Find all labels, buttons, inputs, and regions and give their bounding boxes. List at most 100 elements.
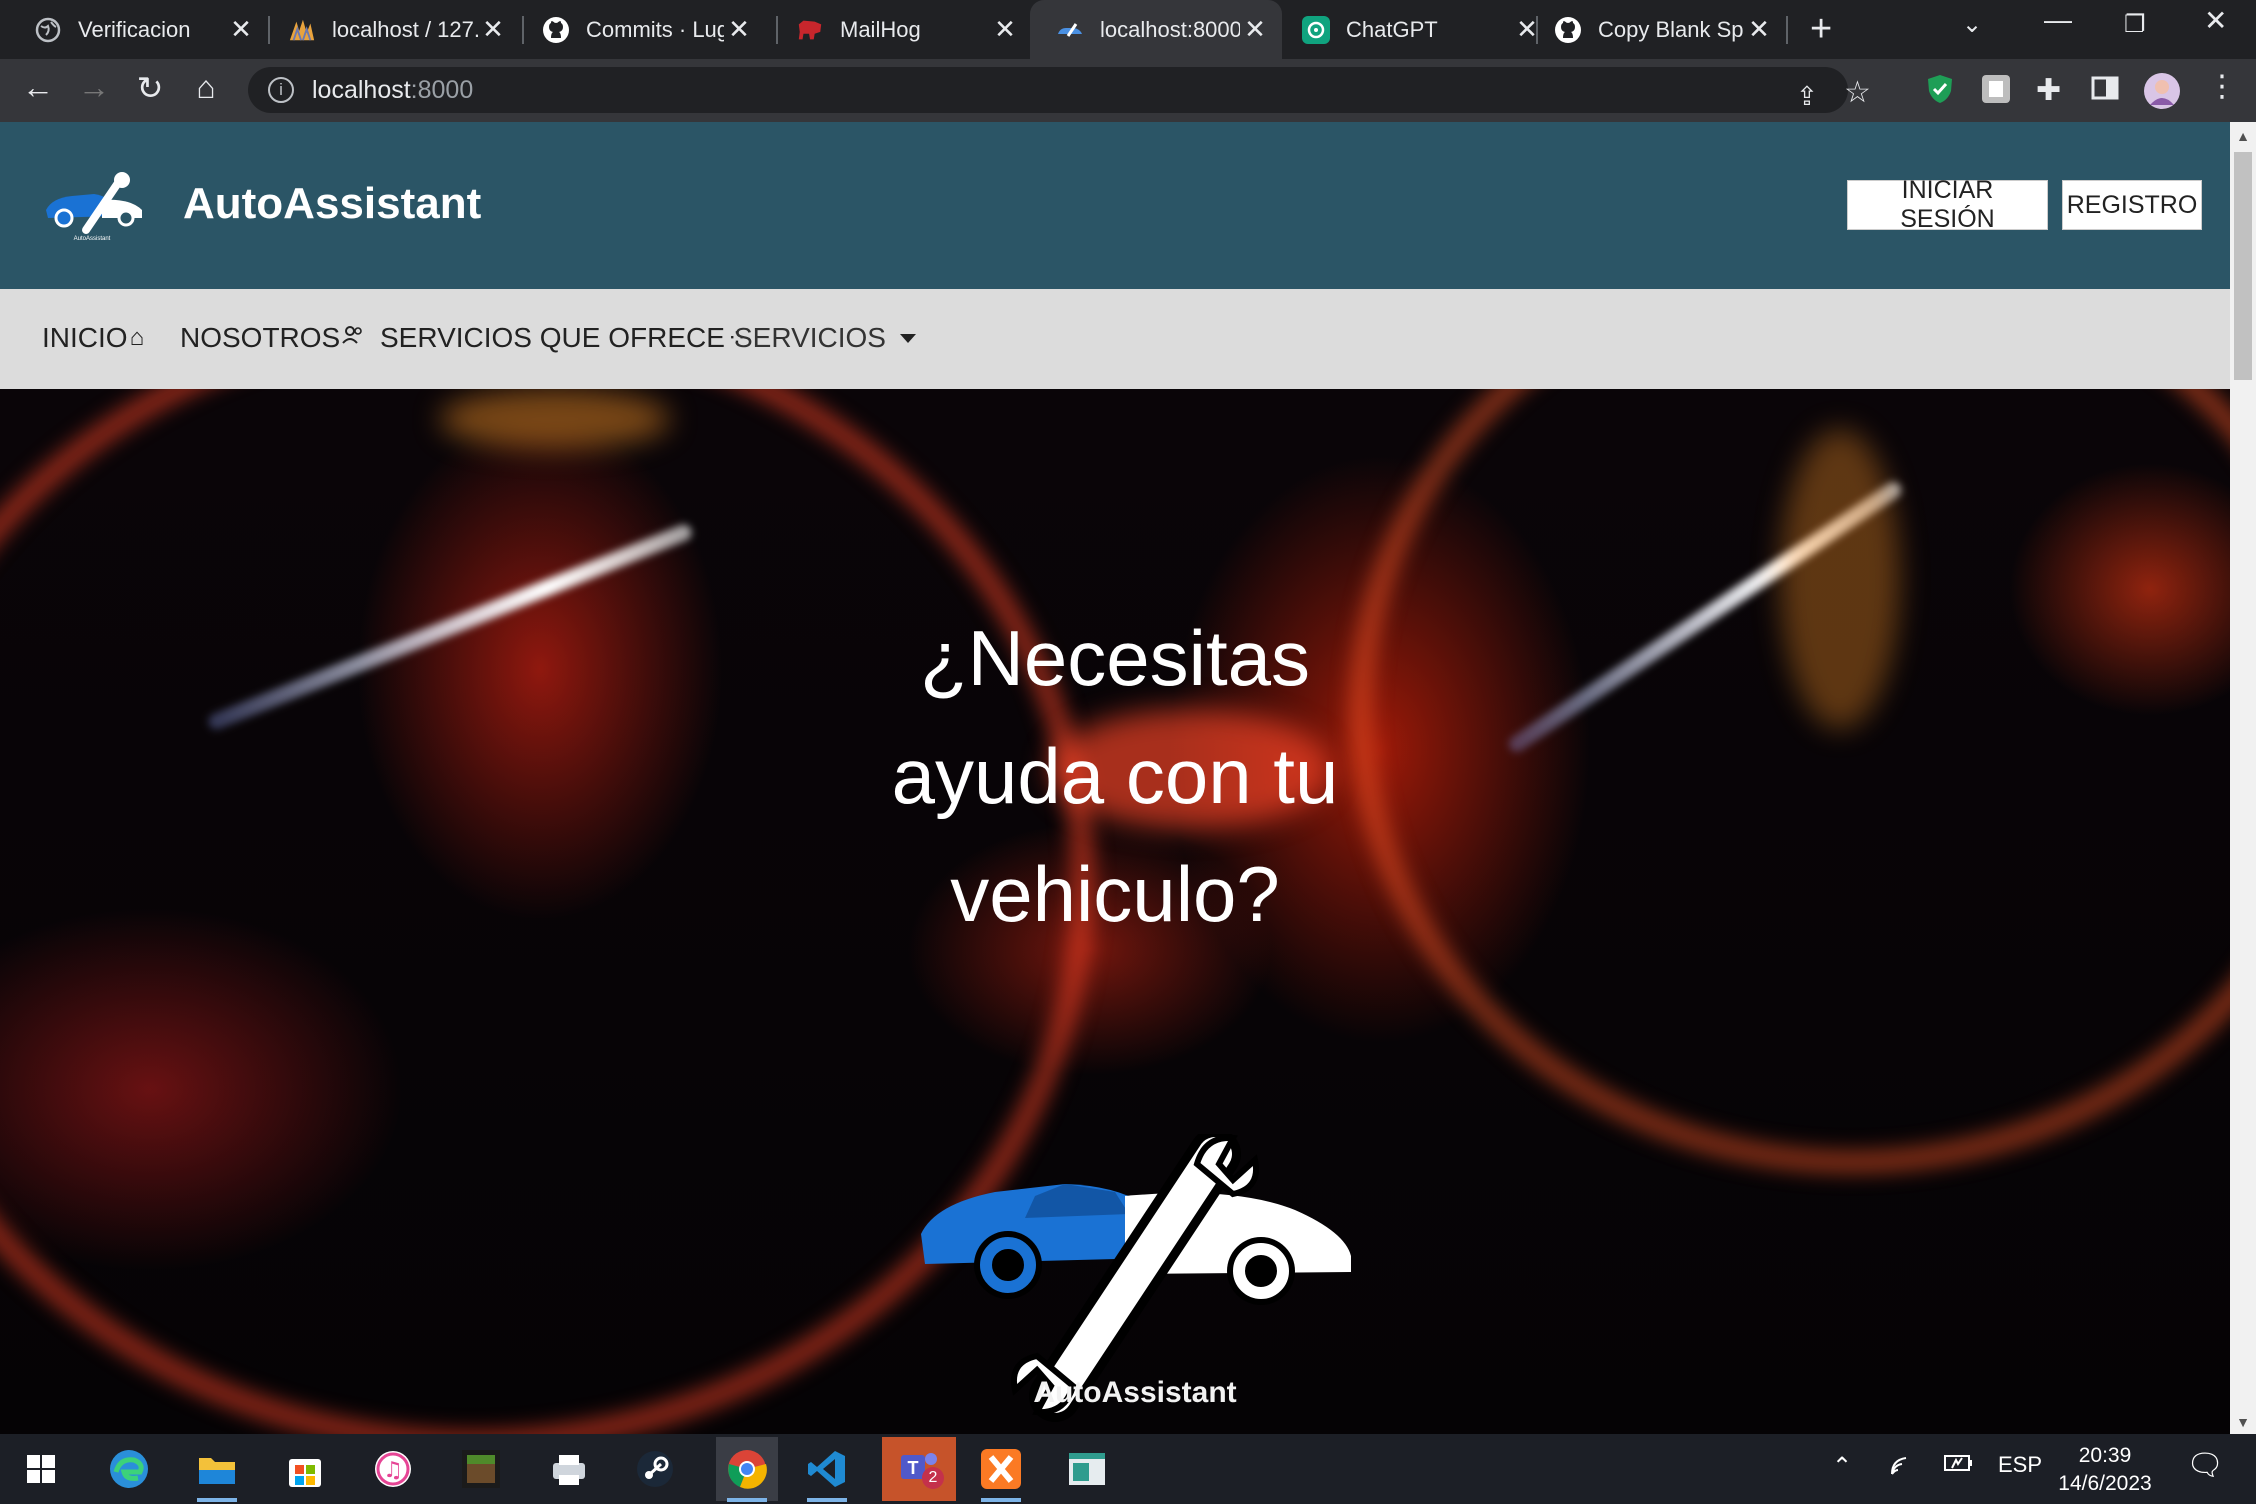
back-icon[interactable]: ← [16, 69, 60, 106]
hero-logo-text: AutoAssistant [1033, 1376, 1237, 1409]
reload-icon[interactable]: ↻ [128, 69, 172, 107]
close-icon[interactable]: ✕ [226, 14, 256, 45]
scroll-down-icon[interactable]: ▼ [2230, 1414, 2256, 1430]
login-button[interactable]: INICIAR SESIÓN [1847, 176, 2048, 233]
svg-text:♫: ♫ [383, 1458, 403, 1483]
steam-icon[interactable] [630, 1444, 680, 1494]
vscode-icon[interactable] [802, 1444, 852, 1494]
browser-menu-icon[interactable]: ⋮ [2200, 69, 2244, 104]
globe-icon [34, 16, 62, 44]
site-info-icon[interactable]: i [268, 77, 294, 103]
wifi-icon[interactable] [1890, 1452, 1918, 1482]
svg-text:T: T [908, 1458, 919, 1478]
home-icon[interactable]: ⌂ [184, 69, 228, 106]
car-icon [1056, 16, 1084, 44]
running-indicator [727, 1498, 767, 1502]
hero-headline: ¿Necesitas ayuda con tu vehiculo? [891, 614, 1339, 938]
tab-mailhog[interactable]: MailHog ✕ [762, 0, 1032, 59]
page-scrollbar[interactable]: ▲ ▼ [2230, 122, 2256, 1434]
bookmark-star-icon[interactable]: ☆ [1844, 75, 1871, 110]
close-icon[interactable]: ✕ [724, 14, 754, 45]
close-icon[interactable]: ✕ [990, 14, 1020, 45]
running-indicator [981, 1498, 1021, 1502]
new-tab-button[interactable]: + [1810, 8, 1832, 51]
background-glow [1780, 429, 1900, 729]
close-icon[interactable]: ✕ [1744, 14, 1774, 45]
minecraft-icon[interactable] [456, 1444, 506, 1494]
printer-app-icon[interactable] [544, 1444, 594, 1494]
forward-icon[interactable]: → [72, 69, 116, 106]
file-explorer-icon[interactable] [192, 1444, 242, 1494]
share-icon[interactable]: ⇪ [1796, 81, 1818, 112]
url-port: :8000 [410, 75, 474, 104]
close-window-button[interactable]: ✕ [2204, 4, 2227, 37]
browser-tab-strip: Verificacion ✕ localhost / 127. ✕ Commit… [0, 0, 2256, 59]
notifications-icon[interactable]: 🗨 [2186, 1448, 2224, 1483]
github-icon [1554, 16, 1582, 44]
github-icon [542, 16, 570, 44]
phpmyadmin-icon [288, 16, 316, 44]
nav-label: SERVICIOS [734, 322, 886, 353]
side-panel-icon[interactable] [2090, 73, 2122, 105]
scrollbar-thumb[interactable] [2234, 152, 2252, 380]
tab-verificacion[interactable]: Verificacion ✕ [0, 0, 268, 59]
hero-section: ¿Necesitas ayuda con tu vehiculo? AutoAs… [0, 389, 2230, 1434]
background-glow [440, 389, 670, 449]
language-indicator[interactable]: ESP [1998, 1452, 2042, 1478]
home-icon: ⌂ [129, 324, 145, 351]
xampp-icon[interactable] [976, 1444, 1026, 1494]
tab-localhost-8000[interactable]: localhost:8000 ✕ [1030, 0, 1282, 59]
caret-down-icon [899, 333, 916, 343]
browser-toolbar: ← → ↻ ⌂ i localhost :8000 ⇪ ☆ ✚ ⋮ [0, 59, 2256, 122]
chrome-icon[interactable] [716, 1437, 778, 1501]
nav-label: INICIO [42, 322, 128, 353]
running-indicator [807, 1498, 847, 1502]
tab-copy-blank-spa[interactable]: Copy Blank Spa ✕ [1524, 0, 1786, 59]
nav-item-servicios-dropdown[interactable]: SERVICIOS [734, 322, 916, 354]
edge-icon[interactable] [104, 1444, 154, 1494]
itunes-icon[interactable]: ♫ [368, 1444, 418, 1494]
tab-github-commits[interactable]: Commits · Lugu ✕ [508, 0, 766, 59]
teams-icon[interactable]: T 2 [882, 1437, 956, 1501]
site-header: AutoAssistant AutoAssistant INICIAR SESI… [0, 122, 2230, 289]
address-bar[interactable]: i localhost :8000 ⇪ ☆ [248, 67, 1871, 113]
site-brand[interactable]: AutoAssistant [183, 179, 481, 229]
svg-text:AutoAssistant: AutoAssistant [74, 236, 111, 242]
autoassistant-logo-icon[interactable]: AutoAssistant [42, 172, 150, 242]
site-nav: INICIO ⌂ NOSOTROS SERVICIOS QUE OFRECE ⁘… [0, 289, 2230, 389]
pig-icon [796, 16, 824, 44]
close-icon[interactable]: ✕ [478, 14, 508, 45]
tab-search-chevron-icon[interactable]: ⌄ [1962, 10, 1982, 39]
users-icon [342, 324, 364, 352]
nav-label: NOSOTROS [180, 322, 341, 353]
running-indicator [197, 1498, 237, 1502]
extension-tile-icon[interactable] [1980, 73, 2012, 105]
nav-item-nosotros[interactable]: NOSOTROS [180, 322, 364, 354]
minimize-button[interactable]: — [2044, 4, 2072, 36]
close-icon[interactable]: ✕ [1240, 14, 1270, 45]
windows-taskbar: ♫ T 2 ⌃ ESP 20:39 14/6/2023 🗨 [0, 1434, 2256, 1504]
tab-separator [1786, 16, 1788, 44]
clock-time: 20:39 [2078, 1444, 2132, 1467]
web-page: AutoAssistant AutoAssistant INICIAR SESI… [0, 122, 2230, 1434]
chatgpt-icon [1302, 15, 1330, 44]
microsoft-store-icon[interactable] [280, 1444, 330, 1494]
scroll-up-icon[interactable]: ▲ [2230, 128, 2256, 144]
nav-item-servicios-que-ofrece[interactable]: SERVICIOS QUE OFRECE ⁘ [380, 322, 747, 354]
taskbar-clock[interactable]: 20:39 14/6/2023 [2040, 1442, 2170, 1498]
clock-date: 14/6/2023 [2058, 1472, 2152, 1495]
tab-phpmyadmin[interactable]: localhost / 127. ✕ [254, 0, 520, 59]
battery-icon[interactable] [1944, 1452, 1974, 1480]
windows-start-icon[interactable] [16, 1444, 66, 1494]
nav-label: SERVICIOS QUE OFRECE [380, 322, 725, 353]
puzzle-extensions-icon[interactable]: ✚ [2036, 73, 2068, 107]
shield-extension-icon[interactable] [1924, 73, 1956, 105]
nav-item-inicio[interactable]: INICIO ⌂ [42, 322, 144, 354]
restore-button[interactable]: ❐ [2124, 10, 2146, 39]
url-host: localhost [312, 75, 411, 104]
register-button[interactable]: REGISTRO [2062, 180, 2202, 230]
tab-chatgpt[interactable]: ChatGPT ✕ [1282, 0, 1554, 59]
window-app-icon[interactable] [1062, 1444, 1112, 1494]
profile-avatar[interactable] [2144, 73, 2180, 109]
tray-overflow-chevron-icon[interactable]: ⌃ [1832, 1452, 1852, 1481]
